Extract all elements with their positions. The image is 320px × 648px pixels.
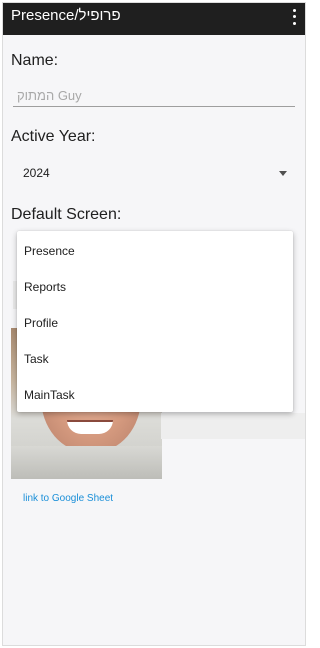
- active-year-label: Active Year:: [11, 128, 96, 145]
- active-year-select[interactable]: 2024: [13, 159, 293, 187]
- google-sheet-link[interactable]: link to Google Sheet: [23, 493, 113, 504]
- app-bar: Presence/פרופיל: [3, 3, 305, 35]
- active-year-value: 2024: [23, 166, 50, 180]
- photo-side-panel: [161, 413, 305, 439]
- app-screen: Presence/פרופיל Name: Active Year: 2024 …: [2, 2, 306, 646]
- menu-item-reports[interactable]: Reports: [17, 269, 293, 305]
- default-screen-dropdown: Presence Reports Profile Task MainTask: [17, 231, 293, 412]
- menu-item-maintask[interactable]: MainTask: [17, 377, 293, 413]
- default-screen-label: Default Screen:: [11, 206, 122, 223]
- menu-item-presence[interactable]: Presence: [17, 233, 293, 269]
- caret-down-icon: [279, 171, 287, 176]
- app-title: Presence/פרופיל: [11, 7, 121, 24]
- menu-item-task[interactable]: Task: [17, 341, 293, 377]
- name-label: Name:: [11, 52, 59, 69]
- name-input[interactable]: [13, 85, 295, 107]
- menu-item-profile[interactable]: Profile: [17, 305, 293, 341]
- more-vert-icon[interactable]: [289, 7, 299, 27]
